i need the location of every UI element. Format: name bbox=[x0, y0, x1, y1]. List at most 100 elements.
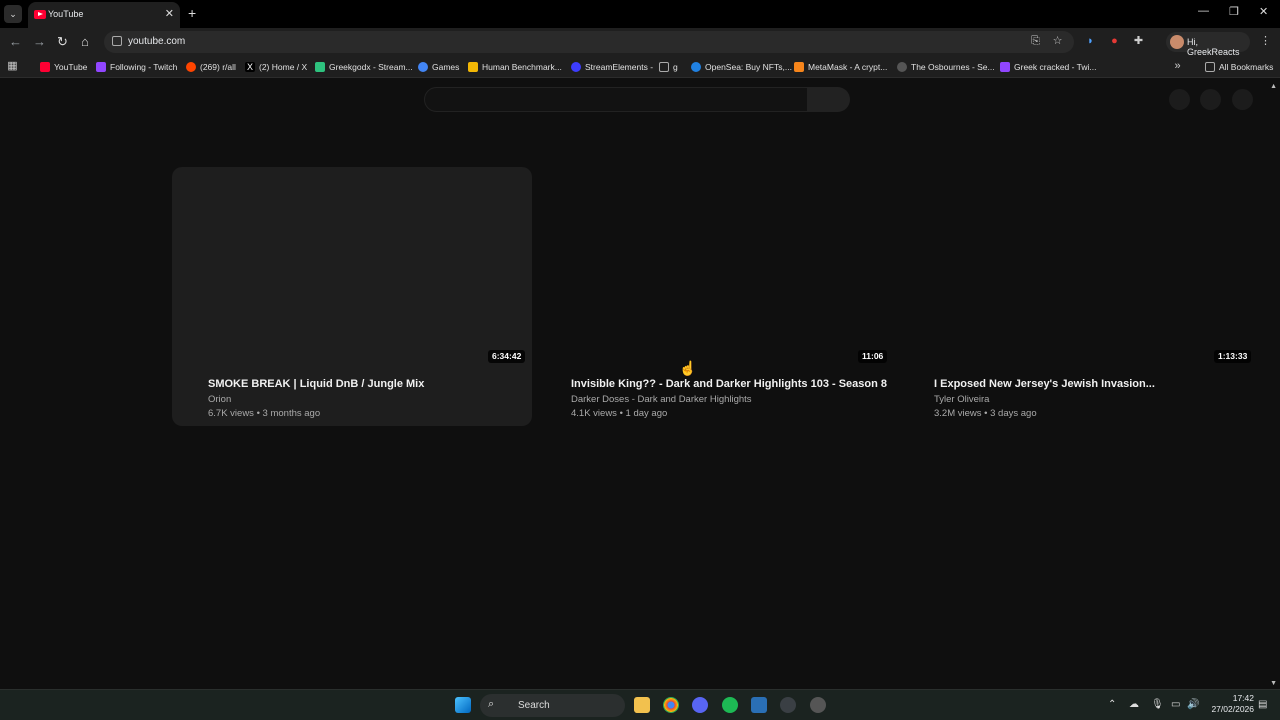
video-title[interactable]: SMOKE BREAK | Liquid DnB / Jungle Mix bbox=[208, 378, 424, 390]
site-info-icon[interactable] bbox=[112, 36, 122, 46]
all-bookmarks-button[interactable]: All Bookmarks bbox=[1205, 61, 1273, 73]
windows-start-icon[interactable] bbox=[455, 697, 471, 713]
video-title[interactable]: I Exposed New Jersey's Jewish Invasion..… bbox=[934, 378, 1155, 390]
bookmark-item[interactable]: Greekgodx - Stream... bbox=[315, 61, 413, 73]
shield-app-icon[interactable] bbox=[751, 697, 767, 713]
notifications-icon[interactable]: ▤ bbox=[1258, 699, 1267, 710]
taskbar-search[interactable]: ⌕ Search bbox=[480, 694, 625, 717]
streamelements-icon bbox=[571, 62, 581, 72]
tray-chevron-up-icon[interactable]: ⌃ bbox=[1108, 699, 1116, 710]
streamelements-tt-icon bbox=[315, 62, 325, 72]
video-meta: 4.1K views • 1 day ago bbox=[571, 408, 668, 419]
games-icon bbox=[418, 62, 428, 72]
spotify-icon[interactable] bbox=[722, 697, 738, 713]
scroll-down-icon[interactable]: ▼ bbox=[1270, 680, 1277, 687]
video-channel[interactable]: Darker Doses - Dark and Darker Highlight… bbox=[571, 394, 752, 405]
taskbar-search-label: Search bbox=[518, 700, 550, 711]
onedrive-icon[interactable]: ☁ bbox=[1129, 699, 1139, 710]
restore-icon[interactable]: ❐ bbox=[1229, 5, 1239, 18]
minimize-icon[interactable]: — bbox=[1198, 5, 1209, 17]
folder-icon bbox=[1205, 62, 1215, 72]
video-duration: 11:06 bbox=[858, 350, 888, 363]
back-icon[interactable]: ← bbox=[9, 34, 22, 49]
tab-title: YouTube bbox=[48, 9, 84, 19]
scroll-up-icon[interactable]: ▲ bbox=[1270, 83, 1277, 90]
extension-audio-icon[interactable]: ◗ bbox=[1084, 35, 1097, 48]
close-tab-icon[interactable]: ✕ bbox=[165, 7, 174, 20]
more-bookmarks-chevron-icon[interactable]: » bbox=[1171, 60, 1184, 73]
bookmark-label: Human Benchmark... bbox=[482, 62, 562, 72]
bookmark-folder[interactable]: g bbox=[659, 61, 678, 73]
notifications-icon[interactable] bbox=[1200, 89, 1221, 110]
video-meta: 6.7K views • 3 months ago bbox=[208, 408, 321, 419]
microphone-icon[interactable]: 🎙 bbox=[1151, 699, 1164, 710]
bookmark-label: Following - Twitch bbox=[110, 62, 178, 72]
reddit-icon bbox=[186, 62, 196, 72]
extensions-puzzle-icon[interactable]: ✚ bbox=[1132, 35, 1145, 48]
youtube-icon bbox=[40, 62, 50, 72]
tab-strip: ⌄ YouTube ✕ + — ❐ ✕ bbox=[0, 0, 1280, 28]
bookmark-item[interactable]: (269) r/all bbox=[186, 61, 236, 73]
browser-tab[interactable]: YouTube ✕ bbox=[28, 2, 180, 28]
bookmark-item[interactable]: Human Benchmark... bbox=[468, 61, 562, 73]
bookmark-item[interactable]: OpenSea: Buy NFTs,... bbox=[691, 61, 792, 73]
bookmark-item[interactable]: StreamElements - bbox=[571, 61, 653, 73]
video-title[interactable]: Invisible King?? - Dark and Darker Highl… bbox=[571, 378, 887, 390]
clock-time: 17:42 bbox=[1232, 693, 1254, 703]
bookmark-label: YouTube bbox=[54, 62, 88, 72]
bookmark-item[interactable]: The Osbournes - Se... bbox=[897, 61, 995, 73]
network-icon[interactable]: ▭ bbox=[1171, 699, 1180, 710]
bookmark-star-icon[interactable]: ☆ bbox=[1051, 35, 1064, 48]
extension-record-icon[interactable]: ● bbox=[1108, 35, 1121, 48]
windows-taskbar: ⌕ Search ⌃ ☁ 🎙 ▭ 🔊 17:42 27/02/2026 ▤ bbox=[0, 689, 1280, 720]
bookmark-label: g bbox=[673, 62, 678, 72]
folder-icon bbox=[659, 62, 669, 72]
address-bar[interactable]: youtube.com bbox=[104, 31, 1074, 53]
bookmark-item[interactable]: Following - Twitch bbox=[96, 61, 177, 73]
file-explorer-icon[interactable] bbox=[634, 697, 650, 713]
system-clock[interactable]: 17:42 27/02/2026 bbox=[1206, 693, 1254, 715]
new-tab-button[interactable]: + bbox=[188, 5, 196, 21]
bookmark-item[interactable]: Games bbox=[418, 61, 459, 73]
bookmark-item[interactable]: X (2) Home / X bbox=[245, 61, 307, 73]
discord-icon[interactable] bbox=[692, 697, 708, 713]
search-input[interactable] bbox=[424, 87, 808, 112]
address-url[interactable]: youtube.com bbox=[128, 36, 185, 47]
bookmark-label: The Osbournes - Se... bbox=[911, 62, 995, 72]
bookmark-item[interactable]: Greek cracked - Twi... bbox=[1000, 61, 1097, 73]
human-benchmark-icon bbox=[468, 62, 478, 72]
bookmark-item[interactable]: MetaMask - A crypt... bbox=[794, 61, 887, 73]
forward-icon[interactable]: → bbox=[33, 34, 46, 49]
twitch-icon bbox=[96, 62, 106, 72]
home-icon[interactable]: ⌂ bbox=[81, 34, 89, 49]
menu-kebab-icon[interactable]: ⋮ bbox=[1259, 35, 1272, 48]
bookmarks-bar: ▦ YouTube Following - Twitch (269) r/all… bbox=[0, 56, 1280, 78]
install-app-icon[interactable]: ⎘ bbox=[1029, 35, 1042, 48]
bookmark-label: OpenSea: Buy NFTs,... bbox=[705, 62, 792, 72]
bookmark-label: Greek cracked - Twi... bbox=[1014, 62, 1097, 72]
create-icon[interactable] bbox=[1169, 89, 1190, 110]
apps-grid-icon[interactable]: ▦ bbox=[6, 60, 19, 73]
opensea-icon bbox=[691, 62, 701, 72]
close-window-icon[interactable]: ✕ bbox=[1259, 5, 1268, 18]
app-icon[interactable] bbox=[810, 697, 826, 713]
video-duration: 1:13:33 bbox=[1214, 350, 1252, 363]
chrome-icon[interactable] bbox=[663, 697, 679, 713]
bookmark-label: (2) Home / X bbox=[259, 62, 308, 72]
bookmark-label: StreamElements - bbox=[585, 62, 654, 72]
video-channel[interactable]: Orion bbox=[208, 394, 231, 405]
profile-chip[interactable]: Hi, GreekReacts bbox=[1166, 32, 1250, 57]
reload-icon[interactable]: ↻ bbox=[57, 34, 68, 50]
all-bookmarks-label: All Bookmarks bbox=[1219, 62, 1274, 72]
bookmark-label: Greekgodx - Stream... bbox=[329, 62, 413, 72]
account-avatar-icon[interactable] bbox=[1232, 89, 1253, 110]
search-button[interactable] bbox=[807, 87, 850, 112]
tab-search-button[interactable]: ⌄ bbox=[4, 5, 22, 23]
ccleaner-icon[interactable] bbox=[780, 697, 796, 713]
video-channel[interactable]: Tyler Oliveira bbox=[934, 394, 989, 405]
bookmark-item[interactable]: YouTube bbox=[40, 61, 87, 73]
osbournes-icon bbox=[897, 62, 907, 72]
metamask-icon bbox=[794, 62, 804, 72]
bookmark-label: Games bbox=[432, 62, 460, 72]
volume-icon[interactable]: 🔊 bbox=[1187, 699, 1199, 710]
